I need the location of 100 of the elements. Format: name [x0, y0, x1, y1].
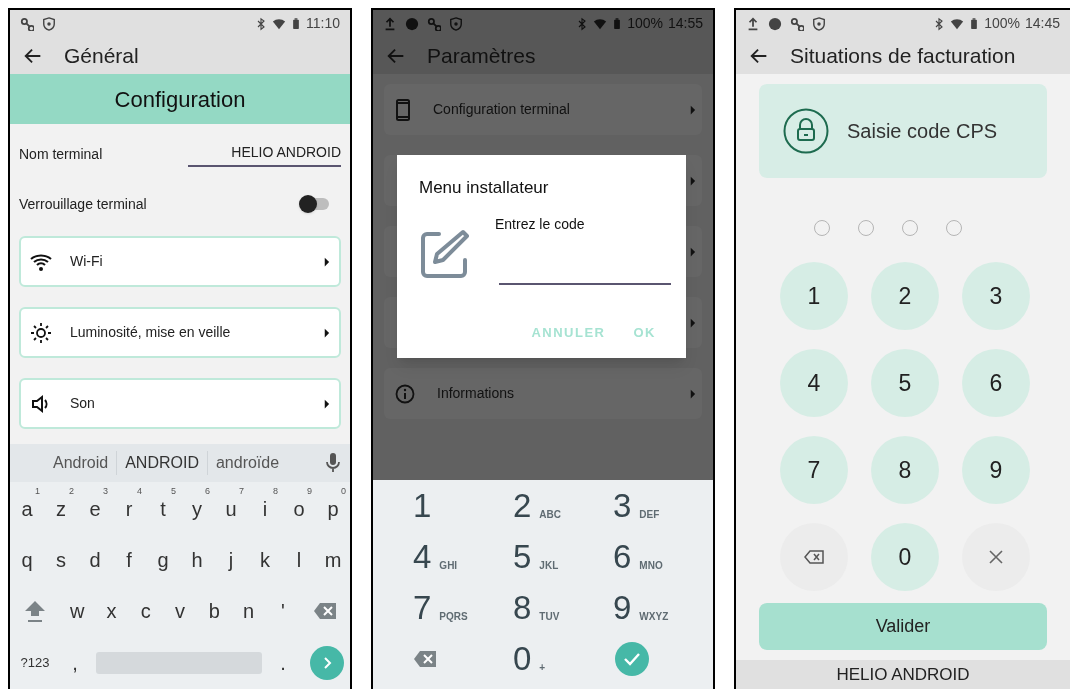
menu-card[interactable]: Son [19, 378, 341, 429]
dialpad-key[interactable]: 0 + [513, 641, 546, 678]
clock-time: 14:45 [1024, 14, 1060, 33]
chevron-right-icon [323, 255, 330, 268]
keyboard-key[interactable]: s [44, 533, 78, 586]
keyboard-key[interactable]: z 2 [44, 482, 78, 534]
keyboard-key[interactable]: x [94, 585, 129, 638]
key-hint: 4 [137, 485, 142, 498]
keyboard-key[interactable]: k [248, 533, 282, 586]
keyboard-key[interactable]: a 1 [10, 482, 44, 534]
dialpad-key[interactable]: 3 DEF [613, 487, 660, 524]
battery-icon [291, 16, 301, 31]
phone-icon [395, 98, 411, 121]
checkmark-button-icon[interactable] [615, 642, 649, 677]
shift-icon[interactable] [24, 599, 46, 624]
keyboard-key[interactable]: q [10, 533, 44, 586]
keyboard-key[interactable]: l [282, 533, 316, 586]
keyboard-key[interactable]: p 0 [316, 482, 350, 534]
key-hint: 9 [307, 485, 312, 498]
clock-time: 11:10 [306, 14, 340, 33]
keyboard-key[interactable]: h [180, 533, 214, 586]
keyboard-key[interactable]: j [214, 533, 248, 586]
text-input[interactable]: HELIO ANDROID [188, 141, 341, 167]
suggestion-chip[interactable]: Android [45, 451, 117, 475]
menu-card[interactable]: Luminosité, mise en veille [19, 307, 341, 358]
battery-level: 100% [984, 14, 1020, 33]
screen-title: Situations de facturation [790, 42, 1016, 69]
keypad-key[interactable]: 8 [871, 436, 939, 504]
backspace-icon [804, 550, 824, 564]
screen-title: Paramètres [427, 42, 536, 69]
banner-text: Saisie code CPS [847, 119, 998, 144]
keyboard-key[interactable]: g [146, 533, 180, 586]
upload-icon [746, 16, 760, 31]
key-hint: 5 [171, 485, 176, 498]
keypad-key[interactable]: 6 [962, 349, 1030, 417]
keypad-key[interactable]: 0 [871, 523, 939, 591]
keyboard-key[interactable]: m [316, 533, 350, 586]
dialpad-key[interactable]: 2 ABC [513, 487, 562, 524]
chevron-right-icon [323, 397, 330, 410]
chevron-right-icon [689, 245, 696, 258]
keypad-key[interactable]: 9 [962, 436, 1030, 504]
bluetooth-icon [255, 16, 267, 31]
dialpad-key[interactable]: 5 JKL [513, 538, 559, 575]
keyboard-key[interactable]: ' [265, 585, 300, 638]
period-key[interactable]: . [262, 637, 304, 689]
link-icon [20, 16, 34, 31]
keyboard-key[interactable]: r 4 [112, 482, 146, 534]
microphone-icon[interactable] [326, 453, 340, 473]
keypad-key[interactable]: 5 [871, 349, 939, 417]
enter-button-icon[interactable] [310, 646, 344, 681]
key-letters: WXYZ [639, 610, 669, 625]
key-letters: PQRS [439, 610, 468, 625]
keyboard-key[interactable]: f [112, 533, 146, 586]
keypad-key[interactable]: 2 [871, 262, 939, 330]
padlock-icon [783, 108, 829, 154]
chevron-right-icon [689, 174, 696, 187]
keyboard-key[interactable]: d [78, 533, 112, 586]
keyboard-key[interactable]: i 8 [248, 482, 282, 534]
battery-level: 100% [627, 14, 663, 33]
keypad-key[interactable]: 3 [962, 262, 1030, 330]
dialpad-key[interactable]: 7 PQRS [413, 590, 468, 627]
keyboard-key[interactable]: w [60, 585, 95, 638]
keyboard-key[interactable]: o 9 [282, 482, 316, 534]
dialpad-key[interactable]: 4 GHI [413, 538, 458, 575]
keyboard-key[interactable]: n [231, 585, 266, 638]
keypad-key[interactable]: 1 [780, 262, 848, 330]
wifi-icon [950, 16, 965, 31]
validate-button[interactable]: Valider [759, 603, 1047, 650]
key-letters: ABC [539, 507, 562, 522]
key-hint: 6 [205, 485, 210, 498]
key-hint: 8 [273, 485, 278, 498]
keypad-key[interactable]: 7 [780, 436, 848, 504]
dialpad-key[interactable]: 6 MNO [613, 538, 663, 575]
battery-icon [969, 16, 980, 31]
clock-time: 14:55 [667, 14, 703, 33]
dialog-title: Menu installateur [419, 177, 549, 199]
dialpad-key[interactable]: 9 WXYZ [613, 590, 669, 627]
field-label: Nom terminal [19, 144, 103, 164]
key-letters: TUV [539, 610, 560, 625]
keyboard-key[interactable]: y 6 [180, 482, 214, 534]
keyboard-key[interactable]: u 7 [214, 482, 248, 534]
suggestion-chip[interactable]: ANDROID [116, 451, 207, 475]
keyboard-key[interactable]: t 5 [146, 482, 180, 534]
keyboard-key[interactable]: c [128, 585, 163, 638]
backspace-icon[interactable] [413, 650, 437, 669]
wifi-icon [272, 16, 286, 31]
close-icon [989, 550, 1003, 564]
keyboard-key[interactable]: b [197, 585, 232, 638]
link-icon [790, 16, 804, 31]
backspace-icon[interactable] [312, 602, 337, 621]
toggle-switch[interactable] [299, 195, 331, 213]
keyboard-key[interactable]: v [162, 585, 198, 638]
comma-key[interactable]: , [60, 637, 90, 689]
menu-card[interactable]: Wi-Fi [19, 236, 341, 287]
keypad-key[interactable]: 4 [780, 349, 848, 417]
dialpad-key[interactable]: 8 TUV [513, 590, 560, 627]
suggestion-chip[interactable]: androïde [206, 451, 288, 475]
keyboard-key[interactable]: e 3 [78, 482, 112, 534]
symbols-key[interactable]: ?123 [10, 637, 60, 689]
dialpad-key[interactable]: 1 [413, 487, 432, 524]
